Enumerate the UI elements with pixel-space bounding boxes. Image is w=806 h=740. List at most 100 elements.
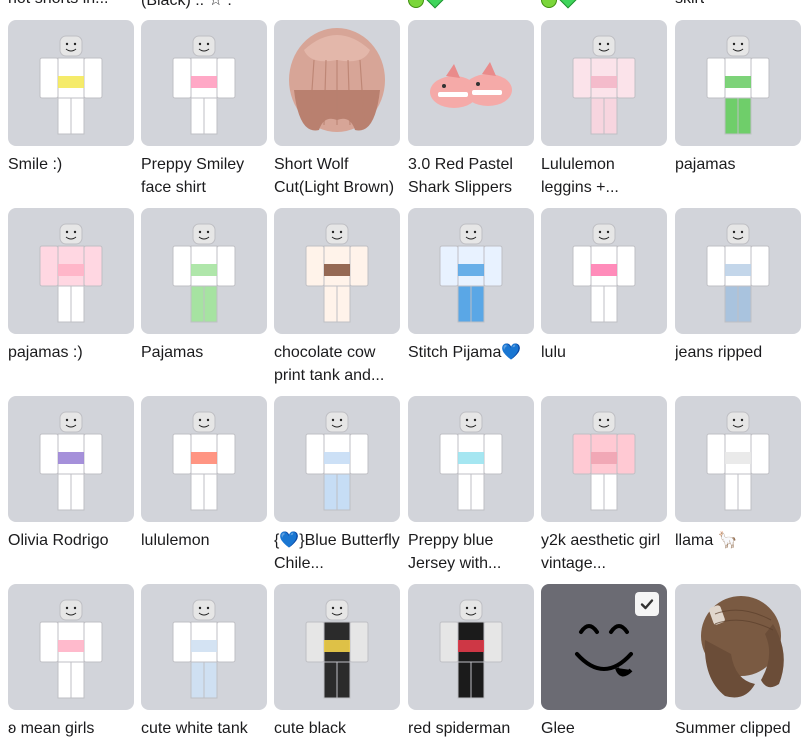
avatar-preview-icon — [706, 411, 770, 511]
item-thumbnail[interactable] — [8, 208, 134, 334]
item-thumbnail[interactable] — [274, 584, 400, 710]
item-thumbnail[interactable] — [274, 20, 400, 146]
avatar-item-card[interactable]: llama 🦙 — [675, 396, 801, 552]
item-thumbnail[interactable] — [675, 396, 801, 522]
item-thumbnail[interactable] — [408, 396, 534, 522]
item-thumbnail[interactable] — [274, 396, 400, 522]
avatar-preview-icon — [706, 35, 770, 135]
avatar-item-card[interactable]: Preppy Smiley face shirt — [141, 20, 267, 199]
item-name[interactable]: pajamas — [675, 153, 801, 176]
item-name[interactable]: jeans ripped — [675, 341, 801, 364]
green-heart-icon — [559, 0, 577, 9]
item-thumbnail[interactable] — [408, 20, 534, 146]
prev-item-name[interactable]: hot shorts in... — [8, 0, 109, 12]
clipped-hair-icon — [701, 596, 784, 698]
item-name[interactable]: 3.0 Red Pastel Shark Slippers — [408, 153, 534, 199]
avatar-item-card[interactable]: Pajamas — [141, 208, 267, 364]
avatar-item-card[interactable]: cute white tank — [141, 584, 267, 740]
avatar-item-card[interactable]: jeans ripped — [675, 208, 801, 364]
avatar-item-card[interactable]: red spiderman — [408, 584, 534, 740]
item-thumbnail[interactable] — [8, 20, 134, 146]
avatar-item-card[interactable]: lulu — [541, 208, 667, 364]
avatar-item-card[interactable]: 3.0 Red Pastel Shark Slippers — [408, 20, 534, 199]
item-thumbnail[interactable] — [675, 20, 801, 146]
avatar-item-card[interactable]: Lululemon leggins +... — [541, 20, 667, 199]
equipped-check-icon[interactable] — [635, 592, 659, 616]
item-name[interactable]: Preppy blue Jersey with... — [408, 529, 534, 575]
item-thumbnail[interactable] — [141, 584, 267, 710]
avatar-item-card[interactable]: ʚ mean girls — [8, 584, 134, 740]
item-name[interactable]: Lululemon leggins +... — [541, 153, 667, 199]
item-name[interactable]: Olivia Rodrigo — [8, 529, 134, 552]
green-circle-icon — [408, 0, 424, 8]
item-name[interactable]: cute white tank — [141, 717, 267, 740]
avatar-item-card[interactable]: pajamas :) — [8, 208, 134, 364]
avatar-preview-icon — [305, 411, 369, 511]
item-name[interactable]: Summer clipped — [675, 717, 801, 740]
avatar-preview-icon — [172, 411, 236, 511]
item-name[interactable]: Preppy Smiley face shirt — [141, 153, 267, 199]
item-thumbnail[interactable] — [675, 208, 801, 334]
avatar-item-card[interactable]: pajamas — [675, 20, 801, 176]
item-thumbnail[interactable] — [141, 396, 267, 522]
avatar-item-card[interactable]: Preppy blue Jersey with... — [408, 396, 534, 575]
item-thumbnail[interactable] — [408, 584, 534, 710]
prev-item-badges — [541, 0, 577, 9]
item-thumbnail[interactable] — [8, 396, 134, 522]
item-name[interactable]: chocolate cow print tank and... — [274, 341, 400, 387]
avatar-preview-icon — [172, 223, 236, 323]
wolf-cut-hair-icon — [289, 28, 385, 132]
avatar-item-card[interactable]: Glee — [541, 584, 667, 740]
item-name[interactable]: Glee — [541, 717, 667, 740]
green-heart-icon — [426, 0, 444, 9]
item-thumbnail[interactable] — [274, 208, 400, 334]
item-name[interactable]: Short Wolf Cut(Light Brown) — [274, 153, 400, 199]
item-thumbnail[interactable] — [8, 584, 134, 710]
avatar-item-card[interactable]: Summer clipped — [675, 584, 801, 740]
avatar-preview-icon — [706, 223, 770, 323]
avatar-preview-icon — [172, 599, 236, 699]
item-name[interactable]: ʚ mean girls — [8, 717, 134, 740]
item-name[interactable]: lulu — [541, 341, 667, 364]
prev-item-name[interactable]: skirt — [675, 0, 704, 12]
item-thumbnail[interactable] — [541, 208, 667, 334]
avatar-preview-icon — [439, 411, 503, 511]
item-name[interactable]: Smile :) — [8, 153, 134, 176]
avatar-item-card[interactable]: Smile :) — [8, 20, 134, 176]
avatar-preview-icon — [39, 35, 103, 135]
item-thumbnail[interactable] — [408, 208, 534, 334]
prev-item-badges — [408, 0, 444, 9]
previous-row-labels: hot shorts in... (Black) :: ☆ : skirt — [0, 0, 806, 14]
item-name[interactable]: Stitch Pijama💙 — [408, 341, 534, 364]
avatar-item-card[interactable]: {💙}Blue Butterfly Chile... — [274, 396, 400, 575]
item-thumbnail[interactable] — [141, 20, 267, 146]
item-thumbnail[interactable] — [141, 208, 267, 334]
item-thumbnail[interactable] — [541, 396, 667, 522]
prev-item-name[interactable]: (Black) :: ☆ : — [141, 0, 232, 12]
item-name[interactable]: red spiderman — [408, 717, 534, 740]
item-name[interactable]: Pajamas — [141, 341, 267, 364]
avatar-item-card[interactable]: y2k aesthetic girl vintage... — [541, 396, 667, 575]
item-name[interactable]: lululemon — [141, 529, 267, 552]
item-name[interactable]: cute black — [274, 717, 400, 740]
avatar-item-card[interactable]: Short Wolf Cut(Light Brown) — [274, 20, 400, 199]
item-thumbnail[interactable] — [675, 584, 801, 710]
avatar-preview-icon — [172, 35, 236, 135]
item-thumbnail[interactable] — [541, 20, 667, 146]
item-name[interactable]: pajamas :) — [8, 341, 134, 364]
item-name[interactable]: {💙}Blue Butterfly Chile... — [274, 529, 400, 575]
avatar-item-card[interactable]: Olivia Rodrigo — [8, 396, 134, 552]
avatar-item-card[interactable]: chocolate cow print tank and... — [274, 208, 400, 387]
avatar-preview-icon — [39, 411, 103, 511]
avatar-preview-icon — [572, 411, 636, 511]
avatar-item-card[interactable]: cute black — [274, 584, 400, 740]
avatar-preview-icon — [439, 223, 503, 323]
avatar-item-card[interactable]: lululemon — [141, 396, 267, 552]
avatar-item-card[interactable]: Stitch Pijama💙 — [408, 208, 534, 364]
avatar-preview-icon — [305, 223, 369, 323]
avatar-preview-icon — [305, 599, 369, 699]
item-name[interactable]: y2k aesthetic girl vintage... — [541, 529, 667, 575]
item-name[interactable]: llama 🦙 — [675, 529, 801, 552]
item-thumbnail[interactable] — [541, 584, 667, 710]
avatar-preview-icon — [572, 35, 636, 135]
